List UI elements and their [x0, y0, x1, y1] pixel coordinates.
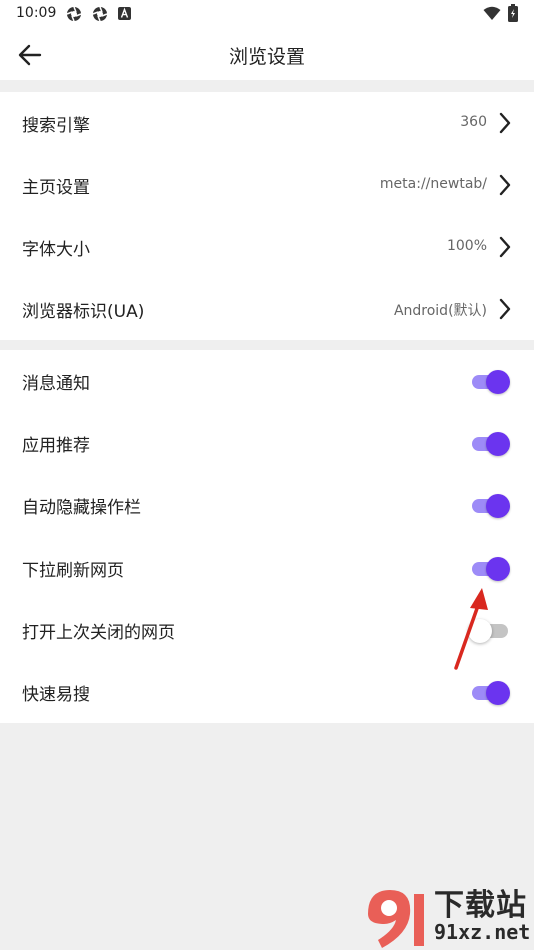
row-label: 打开上次关闭的网页: [22, 623, 175, 643]
settings-section-general: 搜索引擎 360 主页设置 meta://newtab/ 字体大小 100% 浏…: [0, 92, 534, 340]
row-label: 自动隐藏操作栏: [22, 498, 141, 518]
wifi-icon: [483, 6, 501, 20]
row-label: 主页设置: [22, 178, 90, 198]
row-label: 应用推荐: [22, 436, 90, 456]
row-value: 100%: [446, 238, 487, 254]
setting-row-user-agent[interactable]: 浏览器标识(UA) Android(默认): [0, 278, 534, 340]
chevron-right-icon: [499, 298, 511, 320]
page-title: 浏览设置: [228, 46, 305, 68]
app-bar: 浏览设置: [0, 28, 534, 80]
row-label: 浏览器标识(UA): [22, 302, 145, 322]
row-label: 下拉刷新网页: [22, 561, 124, 581]
app-recommend-toggle[interactable]: [470, 431, 510, 457]
annotation-arrow-icon: [454, 588, 488, 670]
setting-row-auto-hide-toolbar[interactable]: 自动隐藏操作栏: [0, 474, 534, 536]
row-label: 快速易搜: [22, 685, 90, 705]
row-label: 字体大小: [22, 240, 90, 260]
watermark-logo-icon: [368, 890, 424, 948]
battery-icon: [508, 4, 518, 22]
row-value: meta://newtab/: [379, 176, 487, 192]
row-label: 消息通知: [22, 374, 90, 394]
chevron-right-icon: [499, 236, 511, 258]
setting-row-homepage[interactable]: 主页设置 meta://newtab/: [0, 154, 534, 216]
setting-row-app-recommend[interactable]: 应用推荐: [0, 412, 534, 474]
row-value: 360: [460, 114, 487, 130]
message-notification-toggle[interactable]: [470, 369, 510, 395]
status-bar: 10:09: [0, 0, 534, 28]
chevron-right-icon: [499, 174, 511, 196]
watermark-title: 下载站: [434, 888, 527, 923]
watermark: 下载站 91xz.net: [360, 880, 534, 950]
aperture-icon: [92, 6, 108, 22]
status-time: 10:09: [16, 5, 57, 21]
row-value: Android(默认): [393, 303, 487, 319]
aperture-icon: [66, 6, 82, 22]
quick-search-toggle[interactable]: [470, 680, 510, 706]
setting-row-font-size[interactable]: 字体大小 100%: [0, 216, 534, 278]
auto-hide-toolbar-toggle[interactable]: [470, 493, 510, 519]
chevron-right-icon: [499, 112, 511, 134]
row-label: 搜索引擎: [22, 116, 90, 136]
setting-row-message-notification[interactable]: 消息通知: [0, 350, 534, 412]
setting-row-search-engine[interactable]: 搜索引擎 360: [0, 92, 534, 154]
notification-a-icon: [118, 7, 131, 20]
watermark-subtitle: 91xz.net: [434, 920, 531, 944]
